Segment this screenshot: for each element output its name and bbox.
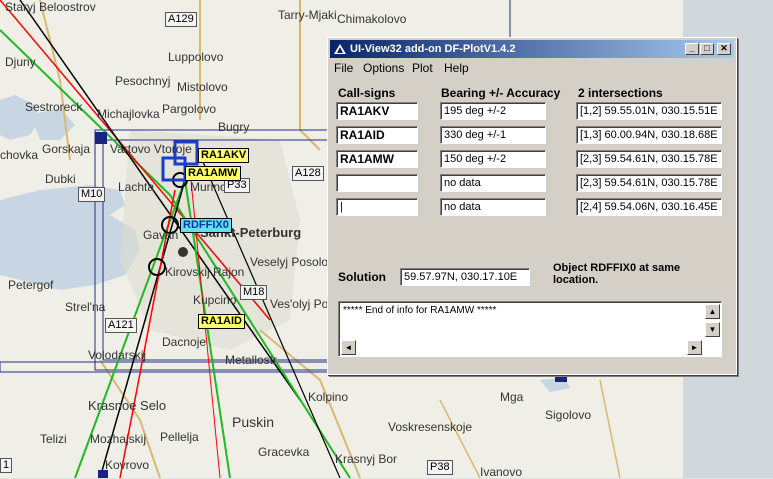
map-place: Volodarskij [88, 348, 147, 362]
road-label: M10 [78, 187, 106, 202]
map-place: Mga [500, 390, 524, 404]
map-place: Gracevka [258, 445, 310, 459]
map-place: Petergof [8, 278, 54, 292]
map-place: Kovrovo [105, 458, 150, 472]
road-label: M18 [240, 285, 268, 300]
map-place: Puskin [232, 414, 275, 430]
map-place: Strel'na [65, 300, 106, 314]
close-button[interactable]: ✕ [717, 43, 731, 55]
map-place: Krasnoe Selo [88, 398, 167, 413]
intersection-field: [2,3] 59.54.61N, 030.15.78E [576, 174, 722, 192]
memo-text: ***** End of info for RA1AMW ***** [343, 305, 497, 316]
map-place: Ivanovo [480, 465, 523, 479]
road-label: P38 [427, 460, 453, 475]
map-place: Tarry-Mjaki [278, 8, 337, 22]
map-place: Michajlovka [97, 107, 160, 121]
maximize-button[interactable]: □ [700, 43, 714, 55]
map-place: Murino [190, 180, 227, 194]
bearing-field[interactable]: no data [440, 174, 546, 192]
road-label: A129 [165, 12, 197, 27]
intersection-marker [178, 247, 188, 257]
info-memo[interactable]: ***** End of info for RA1AMW ***** ▲ ▼ ◄… [338, 301, 722, 357]
scroll-right-button[interactable]: ► [687, 340, 702, 355]
window-title: UI-View32 add-on DF-PlotV1.4.2 [350, 43, 516, 55]
map-place: Djuny [5, 55, 36, 69]
map-place: Krasnyj Bor [335, 452, 398, 466]
map-place: Vartovo Vtoroje [110, 142, 192, 156]
scroll-down-button[interactable]: ▼ [705, 322, 720, 337]
callsign-field[interactable]: | [336, 198, 418, 216]
intersection-field: [2,3] 59.54.61N, 030.15.78E [576, 150, 722, 168]
header-intersections: 2 intersections [578, 86, 663, 100]
station-label[interactable]: RA1AMW [185, 166, 241, 181]
map-place: Telizi [40, 432, 67, 446]
menu-help[interactable]: Help [444, 61, 469, 75]
callsign-field[interactable]: RA1AID [336, 126, 418, 144]
header-callsigns: Call-signs [338, 86, 396, 100]
solution-field: 59.57.97N, 030.17.10E [400, 268, 530, 286]
map-place: Dacnoje [162, 335, 207, 349]
menu-plot[interactable]: Plot [412, 61, 433, 75]
bearing-field[interactable]: 330 deg +/-1 [440, 126, 546, 144]
map-place: Pargolovo [162, 102, 217, 116]
map-place: Bugry [218, 120, 250, 134]
menu-file[interactable]: File [334, 61, 353, 75]
road-label: 1 [0, 458, 13, 473]
road-label: A121 [105, 318, 137, 333]
title-bar[interactable]: UI-View32 add-on DF-PlotV1.4.2 _ □ ✕ [330, 40, 734, 58]
station-label[interactable]: RDFFIX0 [180, 218, 232, 233]
map-place: Veselyj Posolok [250, 255, 335, 269]
station-label[interactable]: RA1AID [198, 314, 245, 329]
map-place: Gavan [143, 228, 179, 242]
intersection-field: [1,2] 59.55.01N, 030.15.51E [576, 102, 722, 120]
map-place: Sigolovo [545, 408, 592, 422]
map-place: Pesochnyj [115, 74, 171, 88]
bearing-field[interactable]: no data [440, 198, 546, 216]
road-label: A128 [292, 166, 324, 181]
object-note: Object RDFFIX0 at same location. [553, 262, 681, 286]
intersection-field: [2,4] 59.54.06N, 030.16.45E [576, 198, 722, 216]
callsign-field[interactable] [336, 174, 418, 192]
map-place: Chimakolovo [337, 12, 407, 26]
map-place: Kolpino [308, 390, 349, 404]
df-plot-window[interactable]: UI-View32 add-on DF-PlotV1.4.2 _ □ ✕ Fil… [327, 37, 737, 375]
header-bearing: Bearing +/- Accuracy [441, 86, 561, 100]
callsign-field[interactable]: RA1AMW [336, 150, 418, 168]
scroll-left-button[interactable]: ◄ [341, 340, 356, 355]
menu-bar: File Options Plot Help [330, 59, 734, 77]
station-label[interactable]: RA1AKV [198, 148, 250, 163]
minimize-button[interactable]: _ [685, 43, 699, 55]
bearing-field[interactable]: 195 deg +/-2 [440, 102, 546, 120]
map-place: Sestroreck [25, 100, 83, 114]
intersection-field: [1,3] 60.00.94N, 030.18.68E [576, 126, 722, 144]
gulf-water [0, 185, 140, 290]
map-place: Mistolovo [177, 80, 228, 94]
map-place: Dubki [45, 172, 76, 186]
map-place: Staryj Beloostrov [5, 0, 96, 14]
callsign-field[interactable]: RA1AKV [336, 102, 418, 120]
menu-options[interactable]: Options [363, 61, 404, 75]
map-place: Mozhajskij [90, 432, 147, 446]
map-place: Metallostr [225, 353, 278, 367]
map-place: chovka [0, 148, 39, 162]
map-place: Gorskaja [42, 142, 91, 156]
map-place: Pellelja [160, 430, 199, 444]
bearing-field[interactable]: 150 deg +/-2 [440, 150, 546, 168]
app-icon [334, 44, 346, 54]
scroll-up-button[interactable]: ▲ [705, 304, 720, 319]
map-place: Kupcino [193, 293, 237, 307]
map-place: Lachta [118, 180, 155, 194]
map-place: Luppolovo [168, 50, 224, 64]
map-place: Voskresenskoje [388, 420, 473, 434]
solution-label: Solution [338, 270, 386, 284]
map-place: Ves'olyj Pos [270, 297, 335, 311]
map-place: Kirovskij Rajon [165, 265, 245, 279]
